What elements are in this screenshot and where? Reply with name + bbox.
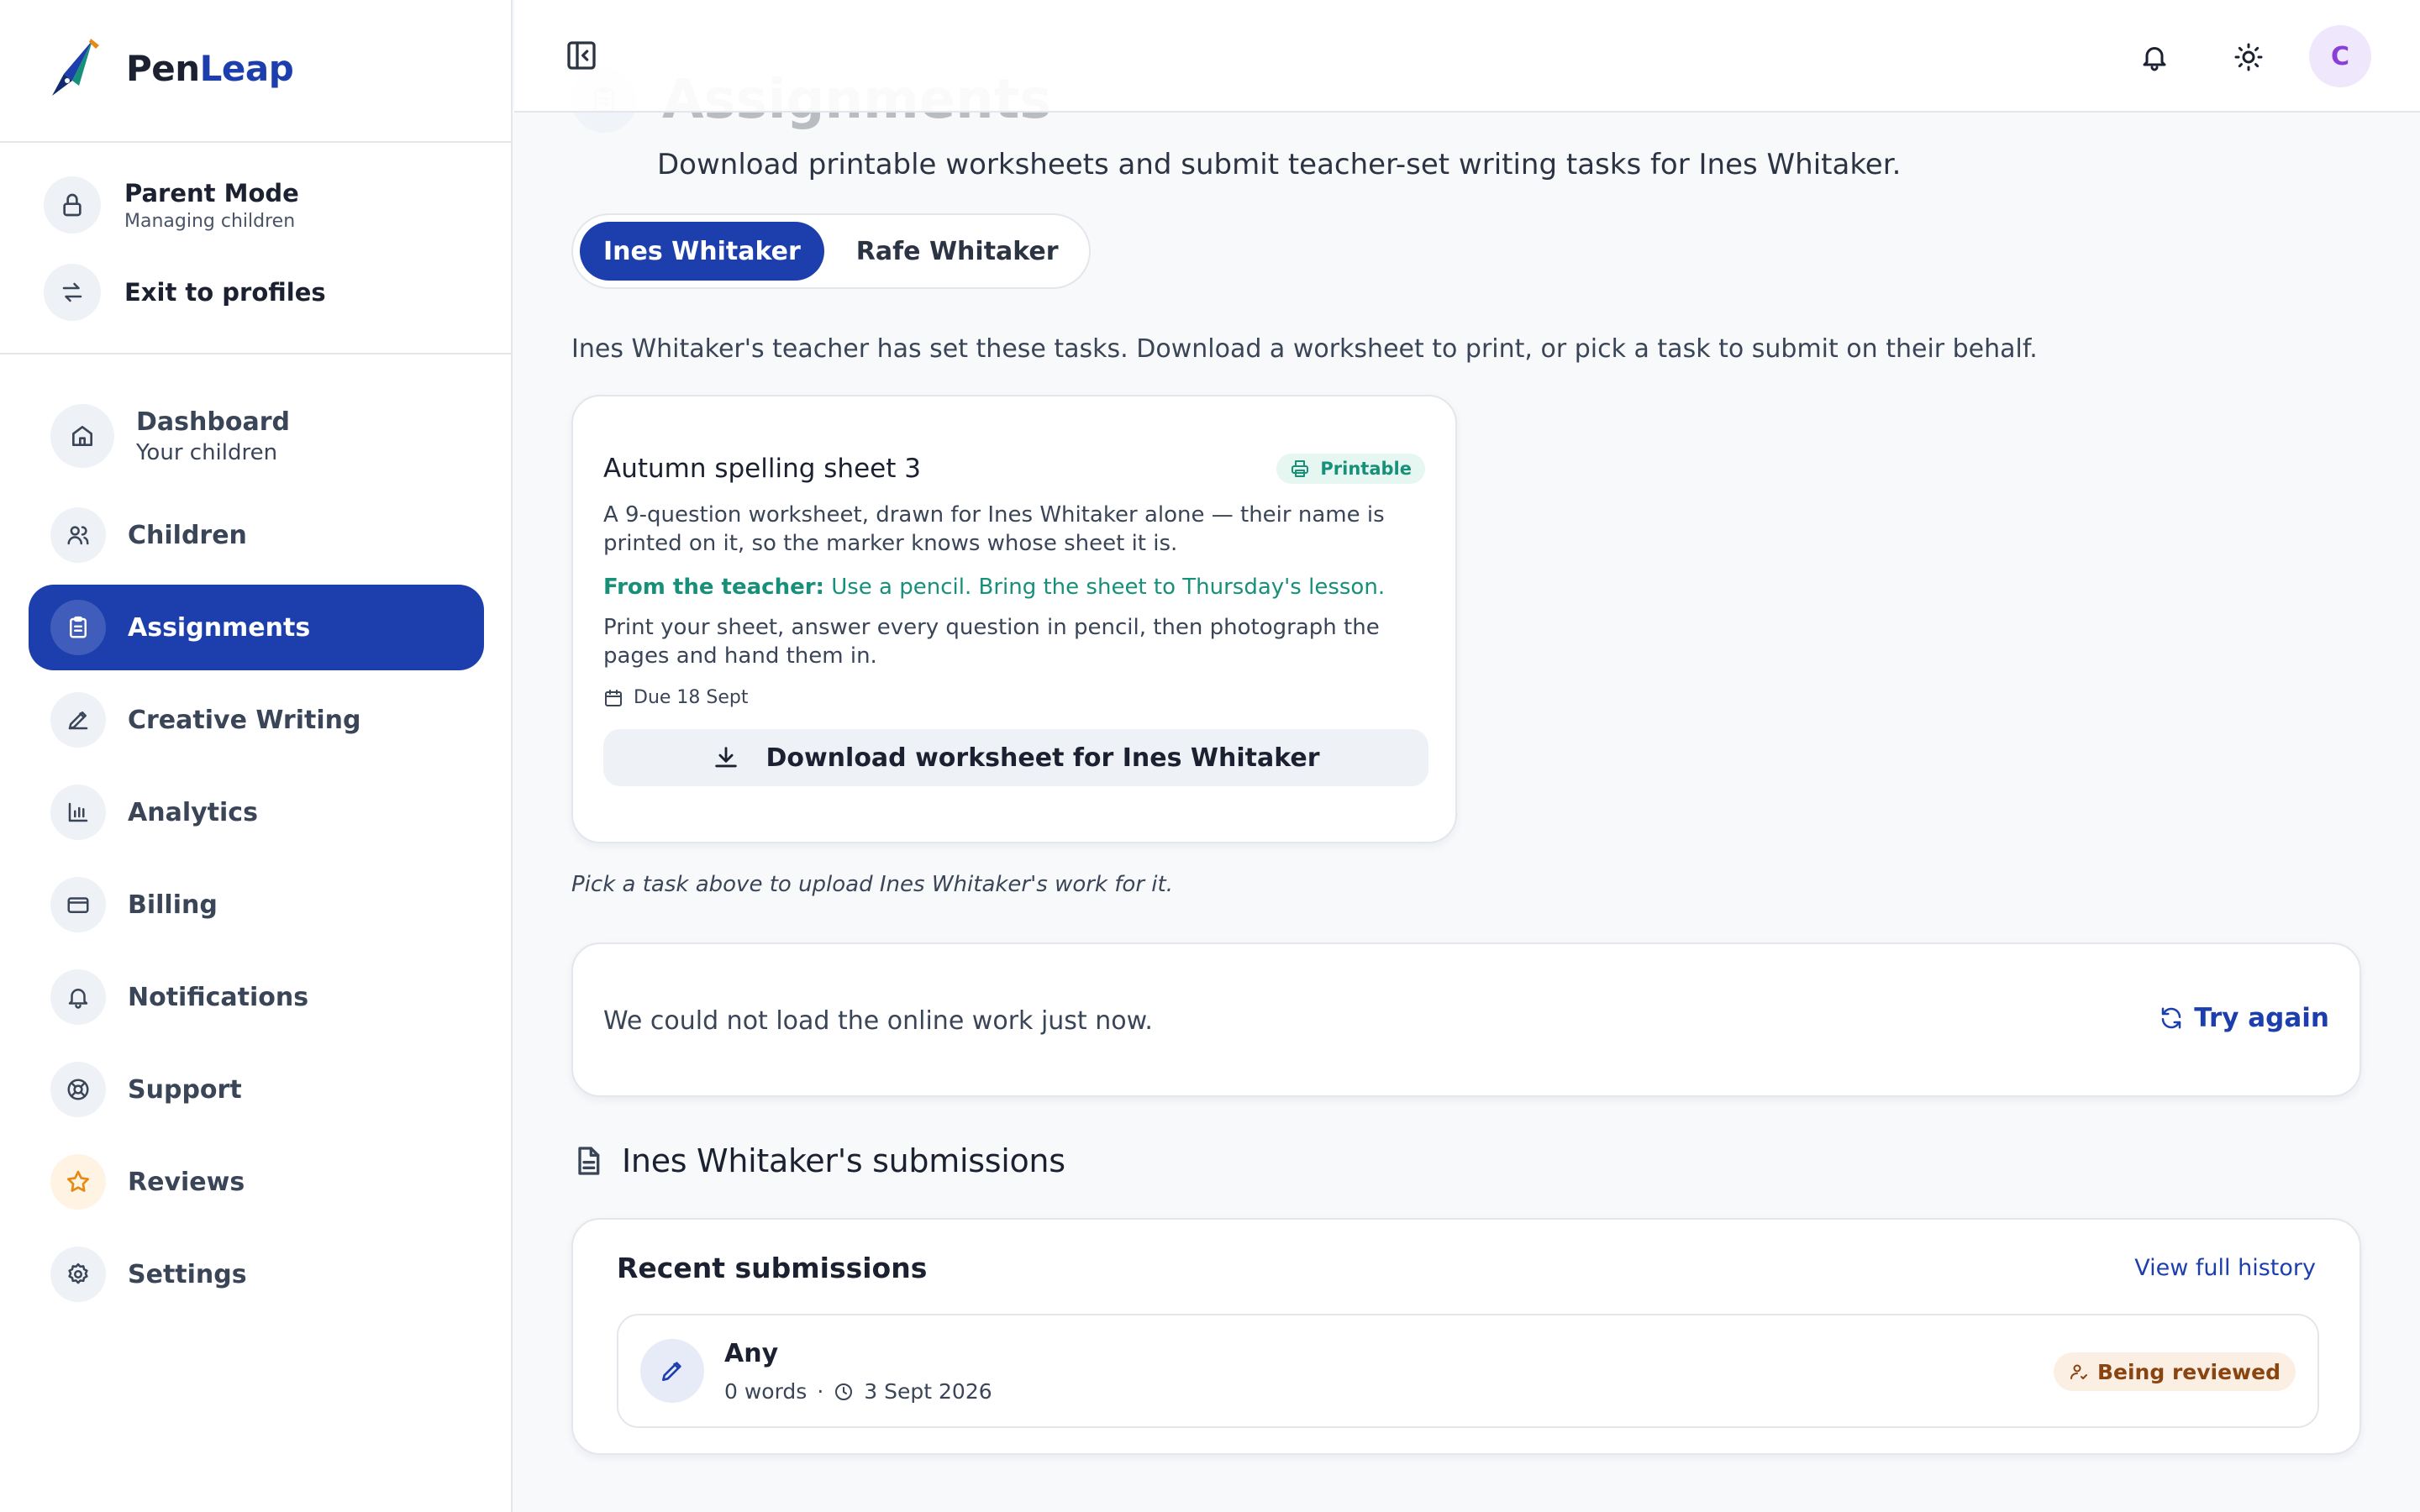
sidebar-item-label: Settings [128, 1259, 247, 1289]
sun-icon [2234, 43, 2263, 71]
tab-rafe-whitaker[interactable]: Rafe Whitaker [833, 222, 1082, 281]
pick-task-hint: Pick a task above to upload Ines Whitake… [571, 872, 1173, 897]
view-full-history-link[interactable]: View full history [2134, 1255, 2316, 1281]
sidebar-item-billing[interactable]: Billing [29, 862, 484, 948]
submission-meta: 0 words · 3 Sept 2026 [724, 1379, 992, 1404]
sidebar-item-children[interactable]: Children [29, 492, 484, 578]
sidebar-divider [0, 353, 513, 354]
sidebar-item-label: Dashboard [136, 407, 290, 437]
teacher-note: From the teacher: Use a pencil. Bring th… [603, 575, 1385, 600]
parent-mode-subtitle: Managing children [124, 210, 296, 232]
download-icon [715, 747, 738, 768]
sidebar-item-label: Assignments [128, 612, 311, 643]
try-again-button[interactable]: Try again [2159, 1003, 2329, 1033]
parent-mode-title: Parent Mode [124, 178, 299, 207]
sidebar-item-settings[interactable]: Settings [29, 1231, 484, 1317]
clock-icon [835, 1383, 853, 1400]
task-title: Autumn spelling sheet 3 [603, 454, 921, 484]
task-description: A 9-question worksheet, drawn for Ines W… [603, 502, 1385, 556]
due-date: Due 18 Sept [603, 687, 749, 708]
panel-left-icon [567, 41, 596, 70]
avatar[interactable]: C [2309, 25, 2371, 87]
task-card[interactable]: Autumn spelling sheet 3 Printable A 9-qu… [571, 395, 1457, 843]
sidebar-item-notifications[interactable]: Notifications [29, 954, 484, 1040]
due-date-label: Due 18 Sept [634, 687, 749, 708]
bar-chart-icon [50, 785, 106, 840]
download-worksheet-button[interactable]: Download worksheet for Ines Whitaker [603, 729, 1428, 786]
error-card: We could not load the online work just n… [571, 942, 2361, 1097]
recent-submissions-title: Recent submissions [617, 1252, 928, 1284]
sidebar-item-dashboard[interactable]: Dashboard Your children [29, 386, 484, 486]
submission-word-count: 0 words [724, 1379, 808, 1404]
sidebar-item-support[interactable]: Support [29, 1047, 484, 1132]
printer-icon [1292, 460, 1309, 477]
lock-icon [44, 176, 101, 234]
gear-icon [50, 1247, 106, 1302]
page-subtitle: Download printable worksheets and submit… [657, 148, 1902, 181]
brand-logo[interactable]: PenLeap [47, 37, 294, 99]
submission-row[interactable]: Any 0 words · 3 Sept 2026 Being reviewed [617, 1314, 2319, 1428]
status-badge: Being reviewed [2053, 1352, 2296, 1391]
error-message: We could not load the online work just n… [603, 1006, 1153, 1036]
home-icon [50, 404, 114, 468]
child-selector: Ines Whitaker Rafe Whitaker [571, 213, 1091, 289]
sidebar-nav: Dashboard Your children Children Assignm… [29, 386, 484, 1324]
sidebar-divider [0, 141, 513, 143]
sidebar-item-label: Notifications [128, 982, 309, 1012]
try-again-label: Try again [2194, 1003, 2329, 1033]
users-icon [50, 507, 106, 563]
lifebuoy-icon [50, 1062, 106, 1117]
sidebar-item-label: Creative Writing [128, 705, 361, 735]
status-badge-label: Being reviewed [2096, 1359, 2281, 1384]
swap-arrows-icon [44, 264, 101, 321]
submissions-title: Ines Whitaker's submissions [622, 1142, 1065, 1179]
exit-to-profiles-label: Exit to profiles [124, 278, 326, 307]
tasks-intro-text: Ines Whitaker's teacher has set these ta… [571, 334, 2038, 364]
task-instructions: Print your sheet, answer every question … [603, 615, 1380, 669]
sidebar: PenLeap Parent Mode Managing children Ex… [0, 0, 513, 1512]
recent-submissions-card: Recent submissions View full history Any… [571, 1218, 2361, 1455]
pen-nib-logo-icon [52, 39, 99, 96]
pen-icon [640, 1339, 704, 1403]
sidebar-toggle-button[interactable] [565, 39, 598, 72]
refresh-icon [2161, 1007, 2181, 1029]
sidebar-item-creative-writing[interactable]: Creative Writing [29, 677, 484, 763]
submissions-heading: Ines Whitaker's submissions [571, 1142, 1065, 1179]
parent-mode-indicator: Parent Mode Managing children [44, 176, 299, 234]
pen-icon [50, 692, 106, 748]
top-bar: C [514, 0, 2420, 113]
teacher-note-prefix: From the teacher: [603, 575, 824, 600]
clipboard-icon [50, 600, 106, 655]
bell-icon [50, 969, 106, 1025]
sidebar-item-label: Support [128, 1074, 242, 1105]
credit-card-icon [50, 877, 106, 932]
printable-badge-label: Printable [1320, 459, 1412, 479]
exit-to-profiles-button[interactable]: Exit to profiles [44, 264, 326, 321]
user-check-icon [2070, 1364, 2087, 1379]
brand-name: PenLeap [126, 47, 294, 89]
submission-date: 3 Sept 2026 [864, 1379, 992, 1404]
meta-separator: · [817, 1379, 824, 1404]
submission-name: Any [724, 1339, 779, 1368]
printable-badge: Printable [1276, 454, 1425, 484]
sidebar-item-label: Children [128, 520, 247, 550]
sidebar-item-label: Billing [128, 890, 218, 920]
document-icon [578, 1147, 600, 1175]
sidebar-item-reviews[interactable]: Reviews [29, 1139, 484, 1225]
sidebar-item-assignments[interactable]: Assignments [29, 585, 484, 670]
download-worksheet-label: Download worksheet for Ines Whitaker [765, 743, 1320, 773]
star-icon [50, 1154, 106, 1210]
theme-toggle-button[interactable] [2233, 42, 2264, 72]
sidebar-item-label: Analytics [128, 797, 258, 827]
sidebar-item-sublabel: Your children [136, 439, 278, 465]
teacher-note-text: Use a pencil. Bring the sheet to Thursda… [831, 575, 1386, 600]
sidebar-item-analytics[interactable]: Analytics [29, 769, 484, 855]
notifications-button[interactable] [2139, 42, 2170, 72]
tab-ines-whitaker[interactable]: Ines Whitaker [580, 222, 824, 281]
bell-icon [2143, 47, 2166, 71]
calendar-icon [605, 689, 622, 706]
sidebar-item-label: Reviews [128, 1167, 245, 1197]
